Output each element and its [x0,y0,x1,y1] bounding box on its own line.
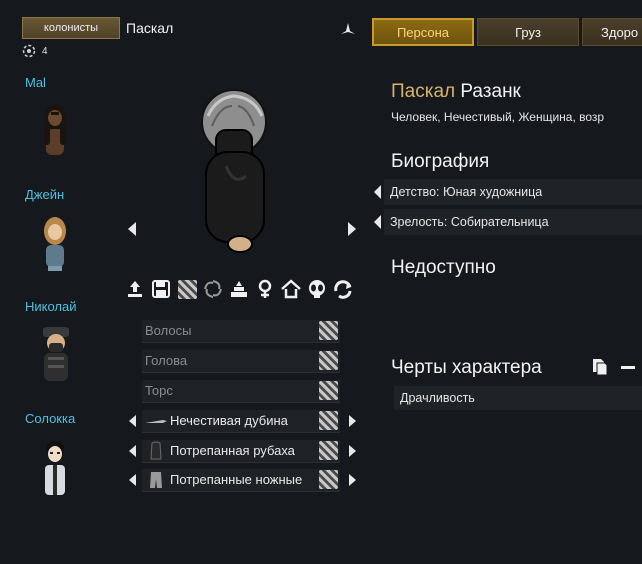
compass-icon[interactable] [340,22,356,38]
random-hatch-icon[interactable] [319,411,338,430]
childhood-text: Детство: Юная художница [390,185,543,199]
colonist-count: 4 [22,44,48,58]
colonist-name: Николай [25,299,77,314]
pants-next-arrow[interactable] [347,472,359,488]
traits-title: Черты характера [391,357,542,378]
last-name: Разанк [460,81,521,102]
weapon-next-arrow[interactable] [347,413,359,429]
slot-label: Торс [145,383,173,398]
first-name: Паскал [391,81,456,102]
gear-icon [22,44,36,58]
pawn-full-name: Паскал Разанк [391,81,521,103]
tab-cargo[interactable]: Груз [477,18,579,46]
slot-torso[interactable]: Торс [142,380,340,403]
random-hatch-icon[interactable] [319,381,338,400]
colonist-name: Джейн [25,187,65,202]
tab-persona[interactable]: Персона [372,18,474,46]
slot-weapon[interactable]: Нечестивая дубина [142,410,340,433]
biography-title: Биография [391,151,490,172]
colonist-portrait [44,217,66,271]
weapon-prev-arrow[interactable] [126,413,138,429]
childhood-row[interactable]: Детство: Юная художница [384,179,642,205]
slot-label: Волосы [145,323,192,338]
colonist-portrait [43,327,69,381]
slot-head[interactable]: Голова [142,350,340,373]
character-editor: колонисты Паскал 4 Mal Джейн Николай Сол… [0,0,642,564]
childhood-prev-arrow[interactable] [371,184,383,200]
slot-label: Потрепанные ножные [170,472,303,487]
colonist-portrait [44,104,66,155]
pawn-name-field[interactable]: Паскал [126,20,173,36]
adulthood-text: Зрелость: Собирательница [390,215,549,229]
tab-health[interactable]: Здоро [582,18,642,46]
female-icon[interactable] [254,278,276,300]
portrait-prev-arrow[interactable] [126,221,138,237]
shirt-icon [150,441,162,460]
slot-shirt[interactable]: Потрепанная рубаха [142,440,340,463]
copy-icon[interactable] [592,358,608,376]
random-hatch-icon[interactable] [319,441,338,460]
remove-trait-icon[interactable] [621,366,635,369]
adulthood-row[interactable]: Зрелость: Собирательница [384,209,642,235]
colonists-button[interactable]: колонисты [22,17,120,39]
count-value: 4 [42,45,48,57]
slot-hair[interactable]: Волосы [142,320,340,343]
swirl-icon[interactable] [202,278,224,300]
random-hatch-icon[interactable] [319,470,338,489]
save-icon[interactable] [150,278,172,300]
slot-label: Голова [145,353,188,368]
shirt-next-arrow[interactable] [347,443,359,459]
colonist-portrait [45,441,65,495]
trait-label: Драчливость [400,391,475,405]
unavailable-title: Недоступно [391,257,496,278]
pawn-portrait [201,89,267,253]
stack-icon[interactable] [228,278,250,300]
slot-pants[interactable]: Потрепанные ножные [142,469,340,492]
colonist-name: Солокка [25,411,76,426]
colonist-name: Mal [25,75,46,90]
slot-label: Нечестивая дубина [170,413,288,428]
adulthood-prev-arrow[interactable] [371,214,383,230]
slot-label: Потрепанная рубаха [170,443,295,458]
random-hatch-icon[interactable] [319,321,338,340]
random-hatch-icon[interactable] [319,351,338,370]
trait-item[interactable]: Драчливость [394,386,642,410]
action-icon-row [124,278,354,300]
pants-icon [150,472,162,488]
portrait-next-arrow[interactable] [346,221,358,237]
alien-icon[interactable] [306,278,328,300]
drop-icon[interactable] [124,278,146,300]
pants-prev-arrow[interactable] [126,472,138,488]
home-icon[interactable] [280,278,302,300]
club-icon [145,420,167,423]
pawn-description: Человек, Нечестивый, Женщина, возр [391,110,605,124]
cycle-icon[interactable] [332,278,354,300]
hatch-icon[interactable] [176,278,198,300]
shirt-prev-arrow[interactable] [126,443,138,459]
